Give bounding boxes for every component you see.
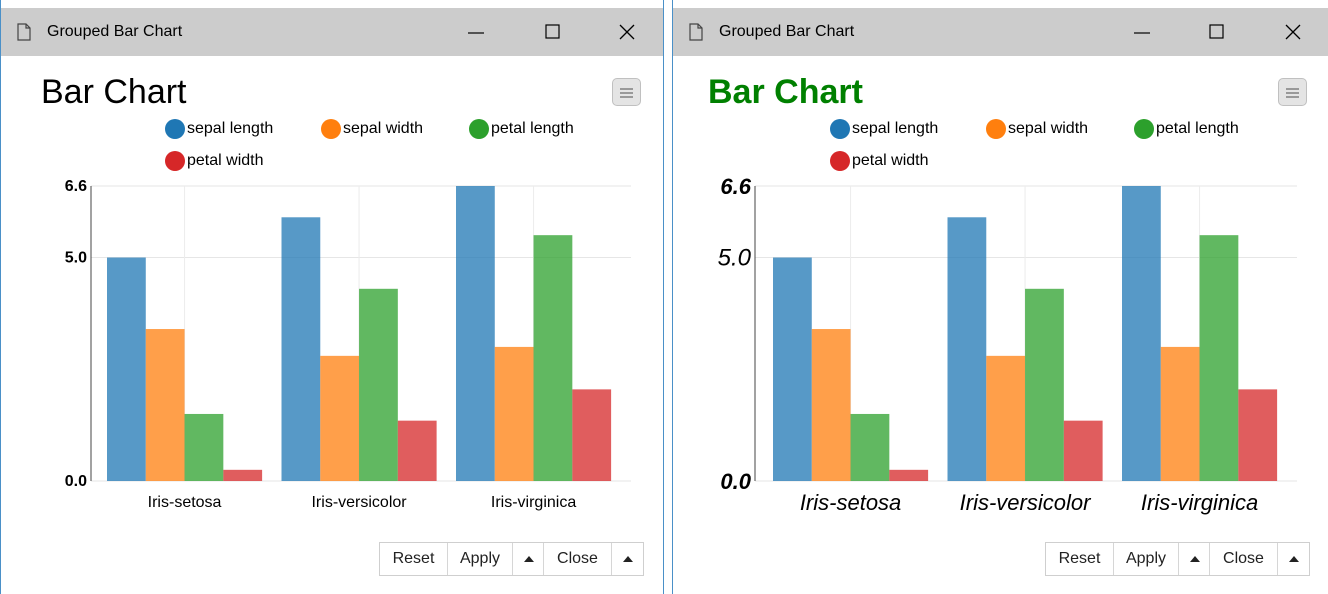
close-arrow-button[interactable]	[1278, 543, 1309, 575]
apply-arrow-button[interactable]	[1179, 543, 1210, 575]
bar-chart: 0.0 5.0 6.6 Iris-setosa Iris-versicolor Iris-…	[718, 174, 1297, 515]
bar	[1238, 389, 1278, 481]
apply-button[interactable]: Apply	[1114, 543, 1179, 575]
close-arrow-button[interactable]	[612, 543, 643, 575]
reset-button[interactable]: Reset	[1046, 543, 1114, 575]
chart-window-left: Grouped Bar Chart Bar Chart sepal length…	[0, 0, 664, 594]
bar	[456, 186, 495, 481]
y-tick-label: 0.0	[720, 469, 751, 494]
close-button[interactable]: Close	[1210, 543, 1278, 575]
bar	[533, 235, 573, 481]
bar	[359, 288, 398, 481]
y-tick-label: 5.0	[718, 245, 752, 272]
apply-arrow-button[interactable]	[513, 543, 544, 575]
x-tick-label: Iris-setosa	[800, 490, 901, 515]
bar	[986, 355, 1026, 481]
bar	[1063, 420, 1103, 481]
bar	[397, 420, 437, 481]
bar	[1199, 235, 1239, 481]
x-tick-label: Iris-versicolor	[311, 494, 407, 511]
y-tick-label: 5.0	[65, 250, 87, 267]
bar	[107, 257, 146, 481]
bar	[145, 329, 185, 481]
bar	[494, 346, 534, 481]
y-tick-label: 6.6	[720, 174, 751, 199]
bar	[889, 469, 929, 481]
bar	[1160, 346, 1200, 481]
bar	[281, 217, 321, 481]
close-button[interactable]: Close	[544, 543, 612, 575]
apply-button[interactable]: Apply	[448, 543, 513, 575]
x-tick-label: Iris-virginica	[491, 494, 576, 511]
x-tick-label: Iris-setosa	[148, 494, 222, 511]
dialog-button-bar: Reset Apply Close	[1045, 542, 1310, 576]
reset-button[interactable]: Reset	[380, 543, 448, 575]
bar	[850, 413, 890, 481]
bar	[184, 413, 224, 481]
bar	[1122, 186, 1161, 481]
bar	[320, 355, 360, 481]
bar	[1025, 288, 1064, 481]
bar	[773, 257, 812, 481]
chart-window-right: Grouped Bar Chart Bar Chart sepal length…	[672, 0, 1328, 594]
x-tick-label: Iris-versicolor	[960, 490, 1092, 515]
bar	[947, 217, 987, 481]
bar-chart: 0.0 5.0 6.6 Iris-setosa Iris-versicolor Iris-…	[65, 178, 631, 511]
bar	[572, 389, 612, 481]
y-tick-label: 6.6	[65, 178, 87, 195]
dialog-button-bar: Reset Apply Close	[379, 542, 644, 576]
bar	[223, 469, 263, 481]
x-tick-label: Iris-virginica	[1141, 490, 1258, 515]
bar	[811, 329, 851, 481]
y-tick-label: 0.0	[65, 473, 87, 490]
